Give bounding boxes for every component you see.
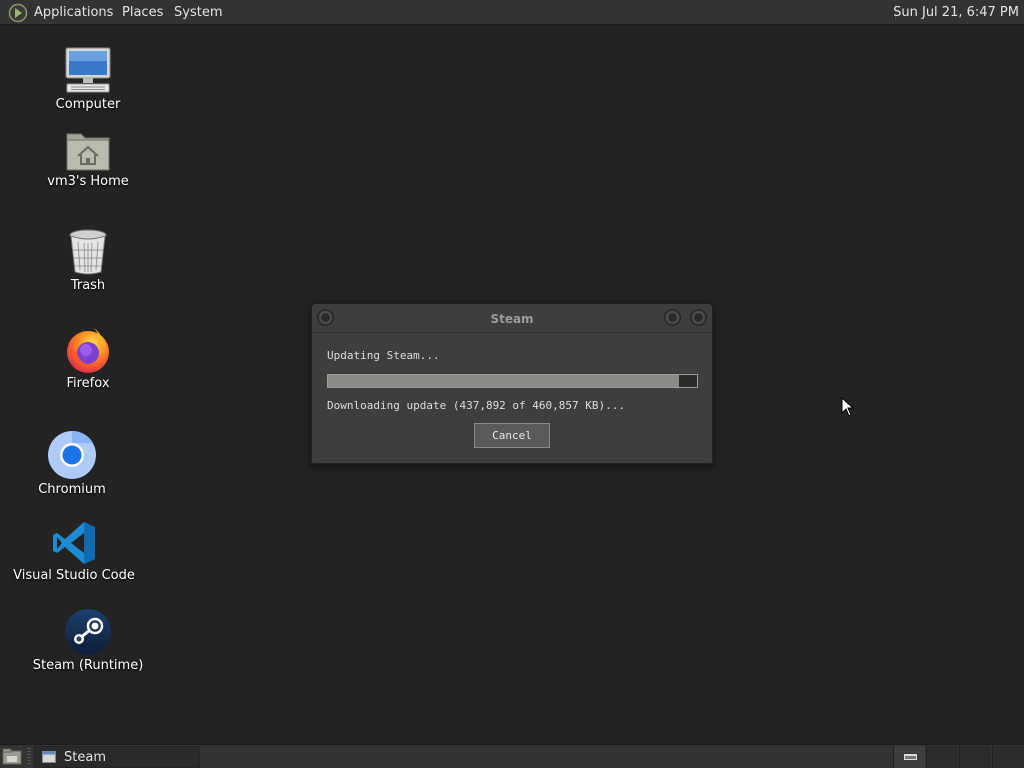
- clock[interactable]: Sun Jul 21, 6:47 PM: [893, 0, 1019, 25]
- places-menu-label: Places: [122, 5, 164, 20]
- desktop-icon-trash[interactable]: Trash: [23, 228, 153, 293]
- computer-icon: [65, 47, 111, 93]
- dialog-title: Steam: [490, 312, 534, 326]
- dialog-titlebar[interactable]: Steam: [312, 304, 712, 333]
- desktop-icon-label: vm3's Home: [47, 174, 129, 189]
- top-panel: Applications Places System Sun Jul 21, 6…: [0, 0, 1024, 25]
- cancel-button[interactable]: Cancel: [474, 423, 550, 448]
- desktop-icon-steam[interactable]: Steam (Runtime): [23, 608, 153, 673]
- places-menu[interactable]: Places: [122, 0, 163, 25]
- taskbar-item-steam[interactable]: Steam: [34, 746, 200, 768]
- workspace-window-thumbnail: [904, 754, 917, 760]
- desktop-icon-label: Trash: [70, 278, 106, 293]
- system-menu-label: System: [174, 5, 223, 20]
- desktop-icon-label: Firefox: [66, 376, 110, 391]
- desktop-icon-label: Computer: [55, 97, 121, 112]
- minimize-button[interactable]: [664, 309, 681, 326]
- chromium-icon: [48, 430, 96, 479]
- steam-update-dialog: Steam Updating Steam... Downloading upda…: [311, 303, 713, 464]
- desktop-icon-vscode[interactable]: Visual Studio Code: [9, 520, 139, 583]
- steam-icon: [65, 609, 111, 655]
- progress-fill: [328, 375, 679, 387]
- taskbar-item-label: Steam: [64, 749, 106, 765]
- desktop-icon-chromium[interactable]: Chromium: [7, 430, 137, 497]
- workspace-3[interactable]: [959, 746, 991, 768]
- trash-icon: [69, 229, 107, 275]
- bottom-panel: Steam: [0, 744, 1024, 768]
- desktop-icon-label: Chromium: [38, 482, 106, 497]
- mate-logo-icon: [8, 3, 28, 22]
- applications-menu-label: Applications: [34, 5, 114, 20]
- taskbar-handle[interactable]: [27, 748, 31, 766]
- download-detail-text: Downloading update (437,892 of 460,857 K…: [327, 399, 626, 412]
- desktop-icon-home[interactable]: vm3's Home: [23, 128, 153, 189]
- update-status-text: Updating Steam...: [327, 349, 440, 362]
- vscode-icon: [53, 522, 95, 564]
- show-desktop-icon[interactable]: [2, 748, 22, 766]
- workspace-2[interactable]: [926, 746, 958, 768]
- firefox-icon: [67, 328, 109, 373]
- desktop-icon-computer[interactable]: Computer: [23, 45, 153, 112]
- applications-menu[interactable]: Applications: [8, 0, 113, 25]
- workspace-4[interactable]: [992, 746, 1024, 768]
- close-button[interactable]: [690, 309, 707, 326]
- desktop-icon-label: Visual Studio Code: [13, 568, 135, 583]
- system-menu[interactable]: System: [174, 0, 222, 25]
- desktop-icon-label: Steam (Runtime): [32, 658, 144, 673]
- mouse-cursor-icon: [841, 397, 855, 417]
- desktop-icon-firefox[interactable]: Firefox: [23, 326, 153, 391]
- home-folder-icon: [66, 133, 110, 171]
- update-progress-bar: [327, 374, 698, 388]
- window-icon: [42, 751, 56, 763]
- workspace-1[interactable]: [893, 746, 925, 768]
